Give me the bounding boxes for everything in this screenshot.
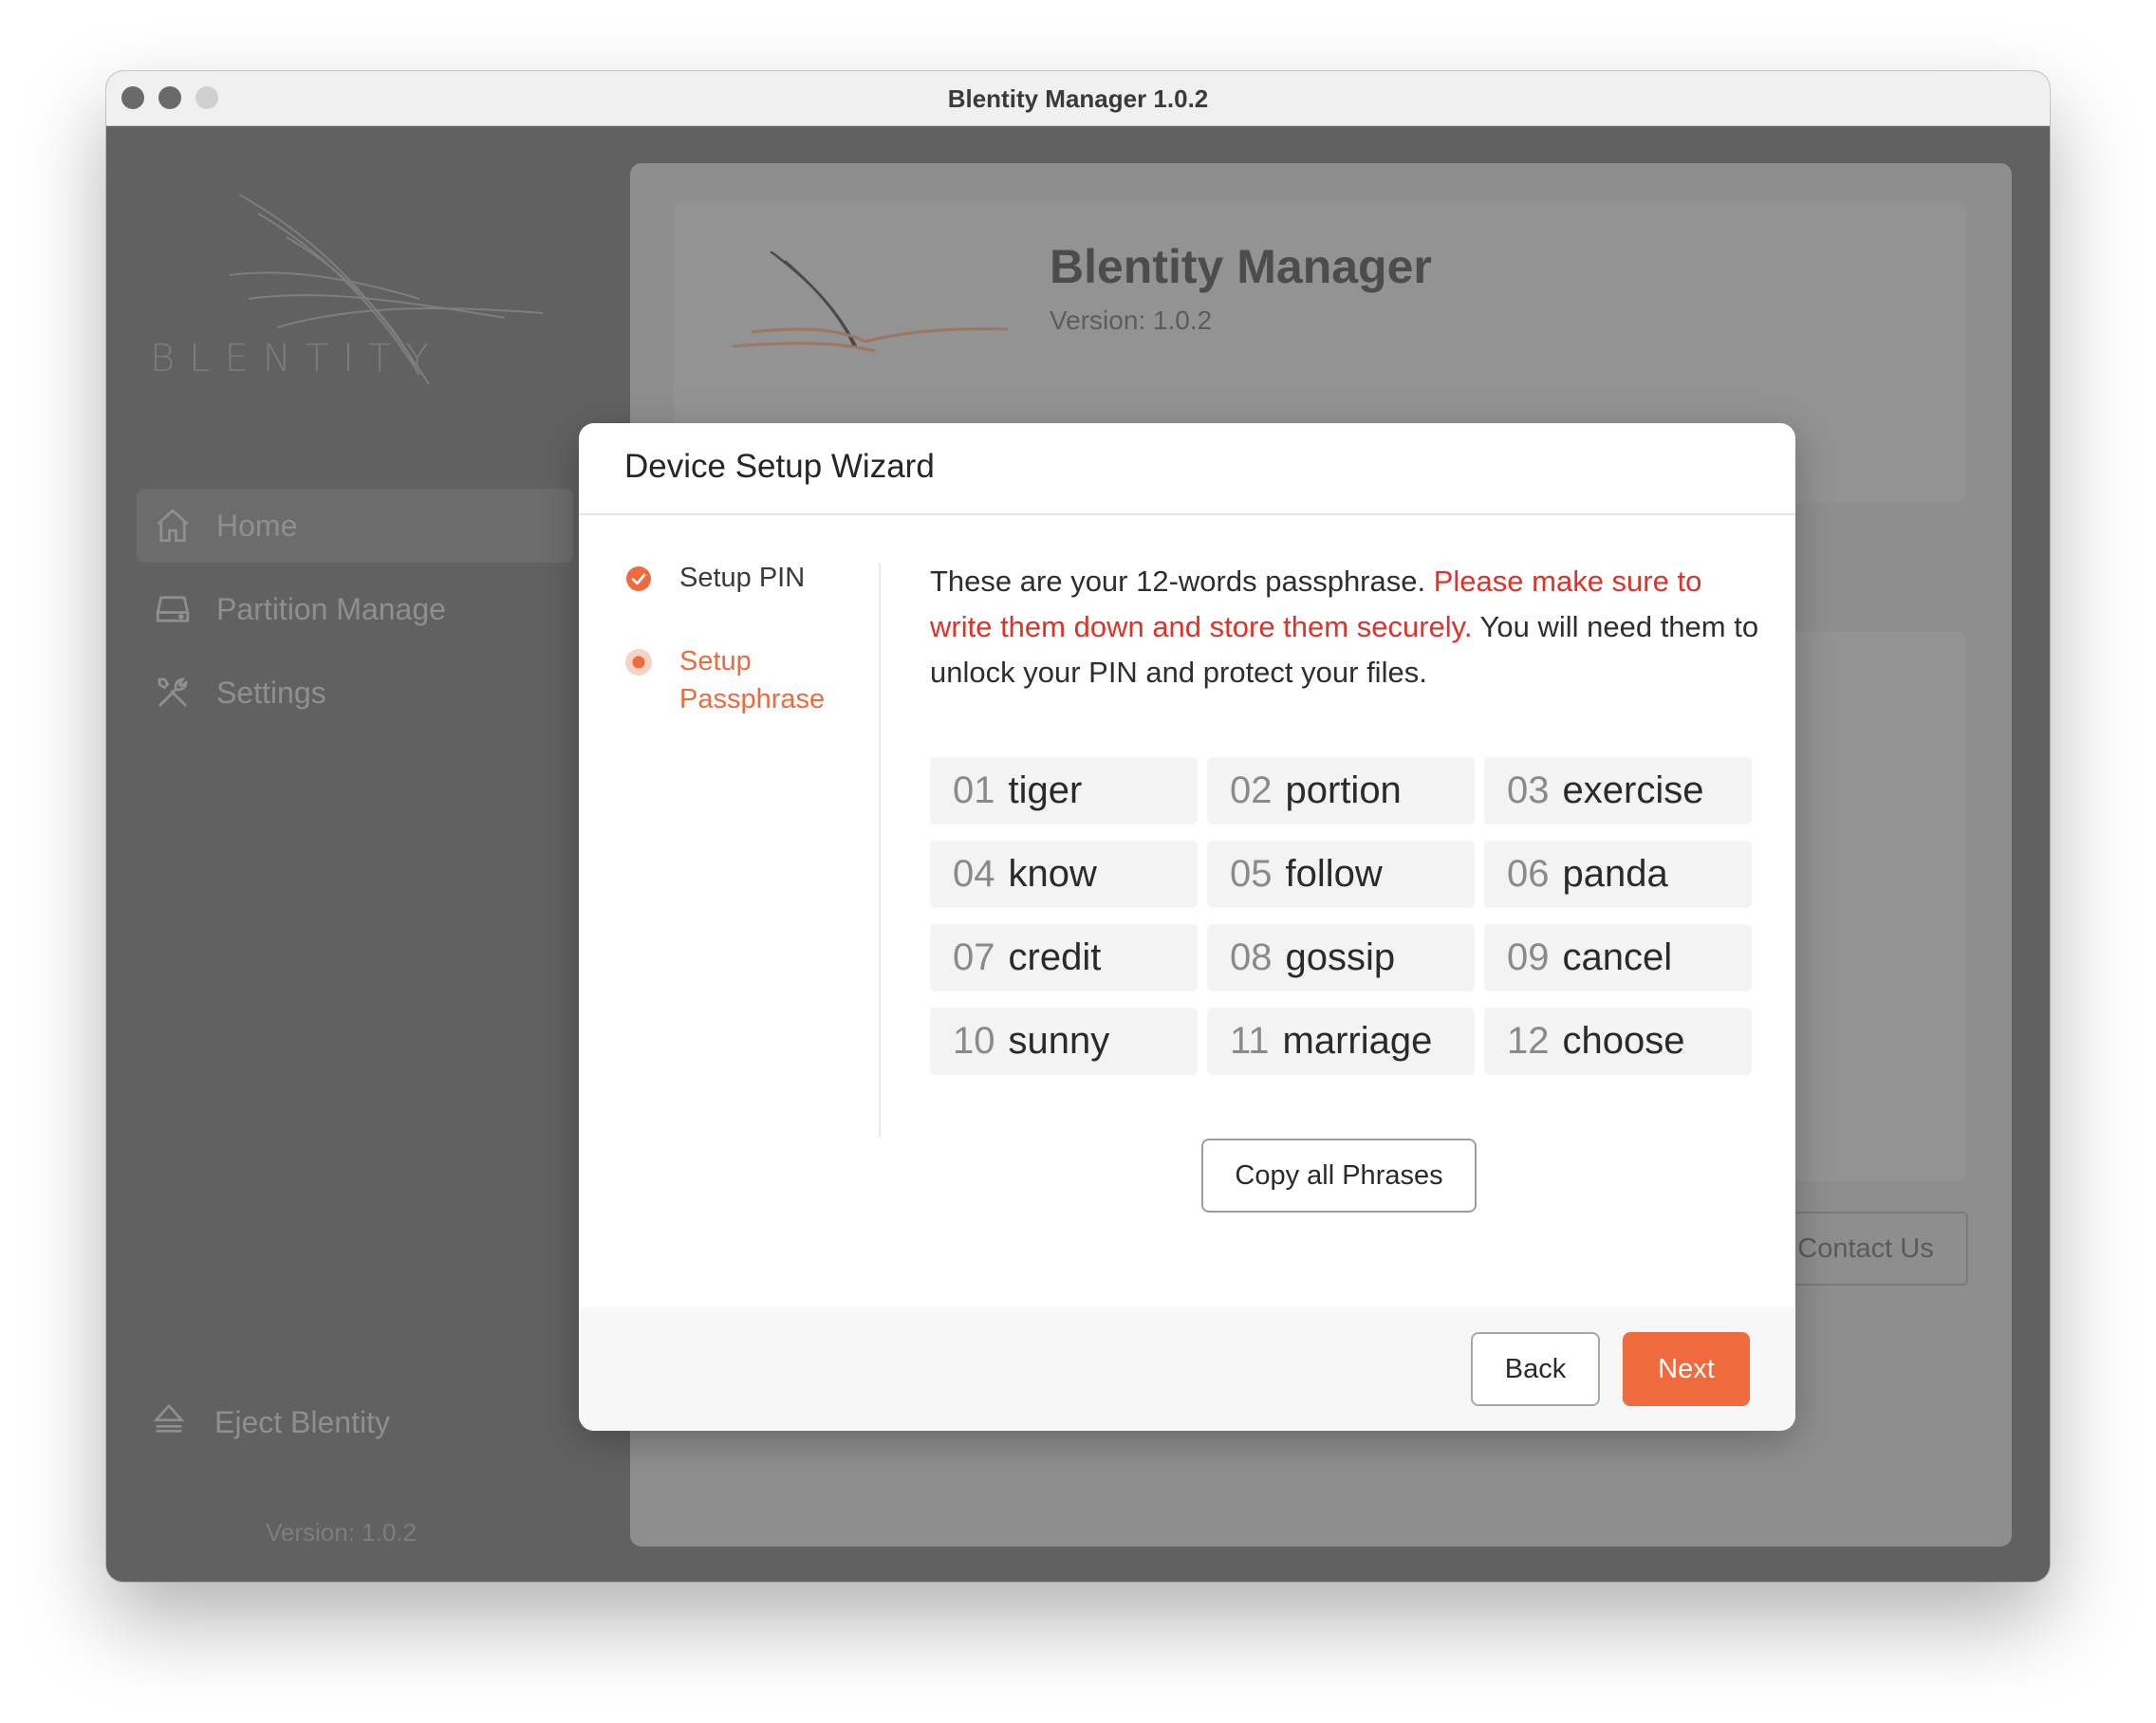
word-text: portion [1285,769,1402,811]
word-number: 08 [1230,936,1273,978]
step-setup-passphrase: Setup Passphrase [624,642,852,718]
sidebar-item-settings[interactable]: Settings [137,656,573,730]
word-text: exercise [1562,769,1704,811]
passphrase-description: These are your 12-words passphrase. Plea… [930,559,1765,695]
passphrase-word: 09 cancel [1484,924,1752,991]
main-version: Version: 1.0.2 [1050,306,1213,335]
step-label: Setup Passphrase [679,646,826,714]
drive-icon [150,586,195,632]
word-text: panda [1562,853,1668,895]
word-text: follow [1285,853,1383,895]
eject-icon [150,1399,192,1445]
word-text: credit [1008,936,1102,978]
main-title: Blentity Manager [1050,240,1432,293]
sidebar-item-partition-manager[interactable]: Partition Manage [137,572,573,646]
passphrase-word: 03 exercise [1484,757,1752,824]
passphrase-grid: 01 tiger 02 portion 03 exercise 04 know 05 fo… [930,757,1752,1075]
word-text: sunny [1008,1020,1110,1062]
dialog-header: Device Setup Wizard [579,423,1795,515]
word-number: 05 [1230,853,1273,895]
word-number: 07 [953,936,995,978]
passphrase-word: 10 sunny [930,1008,1198,1075]
passphrase-word: 01 tiger [930,757,1198,824]
sidebar-item-label: Settings [216,675,326,710]
dialog-title: Device Setup Wizard [624,448,935,485]
sidebar-version: Version: 1.0.2 [266,1518,417,1547]
eject-button[interactable]: Eject Blentity [150,1399,390,1445]
tools-icon [150,670,195,715]
current-step-icon [625,649,652,676]
passphrase-word: 06 panda [1484,841,1752,908]
device-setup-wizard-dialog: Device Setup Wizard Setup PIN Setup Pass… [579,423,1795,1431]
description-intro: These are your 12-words passphrase. [930,565,1426,598]
sidebar-logo-text: BLENTITY [150,337,443,380]
word-text: choose [1562,1020,1685,1062]
word-number: 09 [1507,936,1550,978]
sidebar-item-label: Home [216,508,298,543]
title-bar: Blentity Manager 1.0.2 [106,71,2050,126]
word-text: know [1008,853,1097,895]
word-text: tiger [1008,769,1083,811]
step-setup-pin: Setup PIN [624,559,852,597]
sidebar-item-home[interactable]: Home [137,489,573,563]
word-text: cancel [1562,936,1673,978]
eject-label: Eject Blentity [214,1404,390,1439]
passphrase-word: 04 know [930,841,1198,908]
word-number: 02 [1230,769,1273,811]
back-button[interactable]: Back [1471,1332,1600,1406]
word-number: 12 [1507,1020,1550,1062]
dialog-footer: Back Next [579,1307,1795,1431]
passphrase-word: 02 portion [1207,757,1475,824]
step-label: Setup PIN [679,563,806,593]
passphrase-word: 05 follow [1207,841,1475,908]
contact-us-label: Contact Us [1797,1232,1934,1264]
word-number: 03 [1507,769,1550,811]
app-window: Blentity Manager 1.0.2 BLENTITY Home Par… [106,71,2050,1582]
passphrase-word: 11 marriage [1207,1008,1475,1075]
main-logo-icon [733,251,1009,353]
passphrase-word: 08 gossip [1207,924,1475,991]
home-icon [150,503,195,548]
passphrase-word: 12 choose [1484,1008,1752,1075]
window-title: Blentity Manager 1.0.2 [947,84,1209,113]
sidebar-item-label: Partition Manage [216,591,446,626]
word-text: marriage [1282,1020,1433,1062]
word-text: gossip [1285,936,1396,978]
next-button[interactable]: Next [1623,1332,1750,1406]
word-number: 06 [1507,853,1550,895]
word-number: 04 [953,853,995,895]
word-number: 01 [953,769,995,811]
word-number: 11 [1230,1020,1270,1062]
steps-divider [879,563,881,1138]
copy-all-phrases-button[interactable]: Copy all Phrases [1201,1139,1477,1213]
passphrase-word: 07 credit [930,924,1198,991]
check-circle-icon [626,566,651,591]
word-number: 10 [953,1020,995,1062]
